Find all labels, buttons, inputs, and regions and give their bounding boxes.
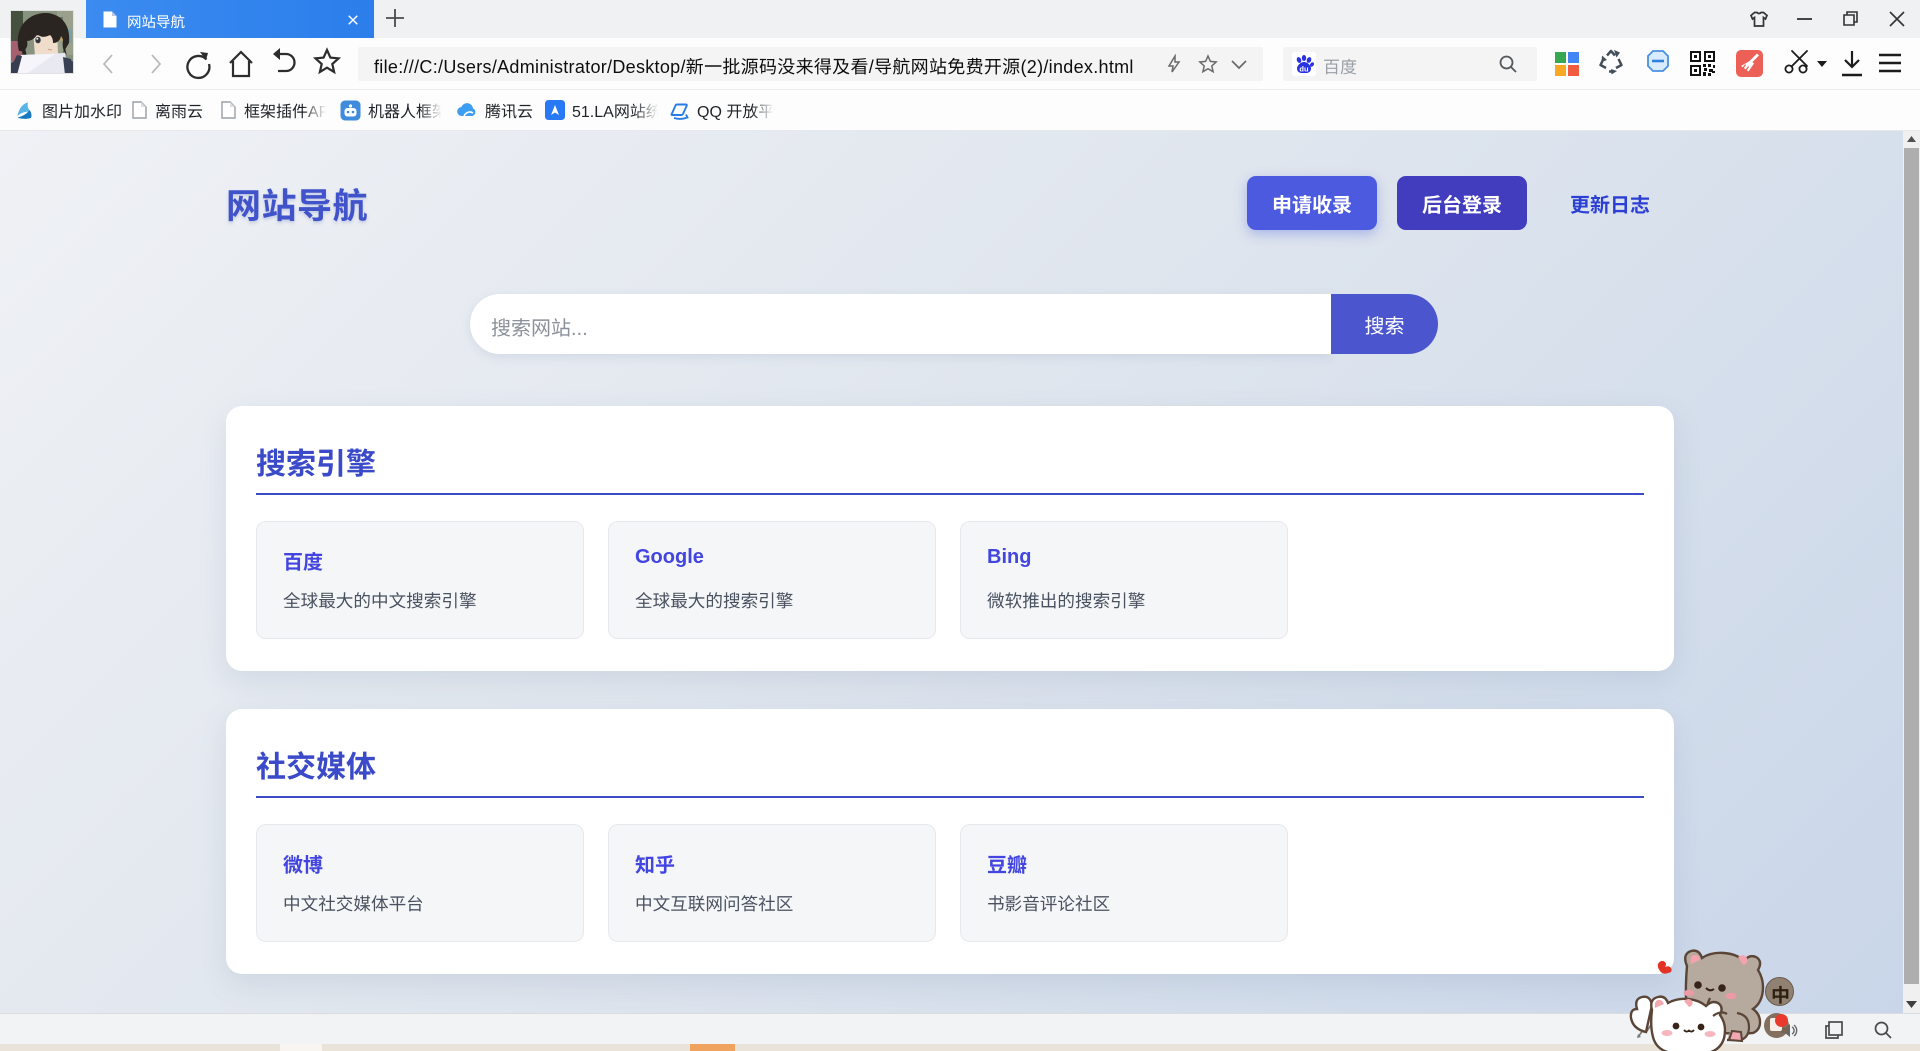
svg-text:du: du: [1299, 65, 1309, 74]
